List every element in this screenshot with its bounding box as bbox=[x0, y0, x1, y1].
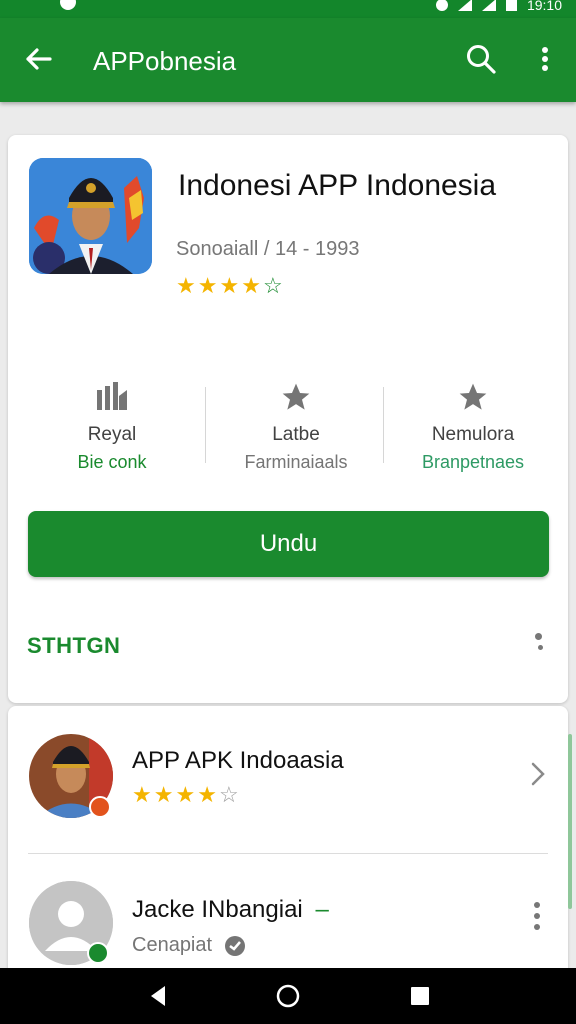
stat-label: Latbe bbox=[272, 424, 320, 445]
section-label[interactable]: STHTGN bbox=[27, 633, 120, 659]
divider bbox=[383, 387, 384, 463]
star-full-icon: ★ bbox=[153, 782, 174, 807]
system-nav-bar bbox=[0, 968, 576, 1024]
star-icon bbox=[459, 383, 487, 410]
stat-sub: Bie conk bbox=[77, 452, 147, 472]
signal-icon bbox=[481, 0, 496, 11]
stat-category[interactable]: Latbe Farminaiaals bbox=[208, 380, 384, 473]
star-full-icon: ★ bbox=[197, 273, 218, 298]
back-nav-icon[interactable] bbox=[145, 983, 171, 1009]
star-full-icon: ★ bbox=[176, 273, 196, 298]
install-button[interactable]: Undu bbox=[28, 511, 549, 577]
list-item-rating: ★ ★ ★ ★ ☆ bbox=[132, 784, 239, 806]
stat-sub: Branpetnaes bbox=[421, 452, 525, 472]
star-full-icon: ★ bbox=[132, 782, 152, 807]
stat-similar[interactable]: Nemulora Branpetnaes bbox=[385, 380, 561, 473]
chevron-right-icon[interactable] bbox=[528, 761, 548, 787]
more-vert-icon[interactable] bbox=[530, 42, 560, 76]
stat-label: Nemulora bbox=[431, 424, 515, 445]
stat-reviews[interactable]: Reyal Bie conk bbox=[24, 380, 200, 473]
app-detail-card: Indonesi APP Indonesia Sonoaiall / 14 - … bbox=[8, 135, 568, 703]
bar-chart-icon bbox=[97, 382, 127, 410]
battery-icon bbox=[505, 0, 517, 11]
back-arrow-icon[interactable] bbox=[22, 42, 56, 76]
divider bbox=[205, 387, 206, 463]
stat-label: Reyal bbox=[87, 424, 137, 445]
app-icon[interactable] bbox=[29, 158, 152, 274]
badge-icon bbox=[89, 796, 111, 818]
status-time: 19:10 bbox=[526, 0, 562, 13]
scrollbar[interactable] bbox=[568, 734, 572, 909]
status-bar: 19:10 bbox=[0, 0, 576, 18]
app-rating: ★ ★ ★ ★ ☆ bbox=[176, 275, 283, 297]
search-icon[interactable] bbox=[464, 42, 498, 76]
stat-sub: Farminaiaals bbox=[244, 452, 348, 472]
star-full-icon: ★ bbox=[219, 273, 240, 298]
list-item[interactable]: APP APK Indoaasia ★ ★ ★ ★ ☆ bbox=[8, 706, 568, 853]
wifi-icon bbox=[457, 0, 472, 11]
app-bar: APPobnesia bbox=[0, 18, 576, 102]
list-item-title: Jacke INbangiai – bbox=[132, 896, 329, 923]
verified-icon bbox=[224, 935, 245, 956]
alarm-icon bbox=[435, 0, 448, 11]
badge-icon bbox=[87, 942, 109, 964]
star-empty-icon: ☆ bbox=[218, 782, 239, 807]
star-full-icon: ★ bbox=[197, 782, 217, 807]
app-meta: Sonoaiall / 14 - 1993 bbox=[176, 238, 360, 260]
notification-icon bbox=[60, 0, 76, 10]
list-item-subtitle: Cenapiat bbox=[132, 934, 246, 957]
star-full-icon: ★ bbox=[241, 273, 261, 298]
app-name: Indonesi APP Indonesia bbox=[178, 169, 497, 202]
star-full-icon: ★ bbox=[175, 782, 196, 807]
star-empty-icon: ☆ bbox=[262, 273, 283, 298]
star-icon bbox=[282, 383, 310, 410]
list-card: APP APK Indoaasia ★ ★ ★ ★ ☆ Jacke INbang… bbox=[8, 706, 572, 996]
more-vert-icon[interactable] bbox=[532, 902, 542, 930]
recents-nav-icon[interactable] bbox=[407, 983, 433, 1009]
home-nav-icon[interactable] bbox=[275, 983, 301, 1009]
list-item-title: APP APK Indoaasia bbox=[132, 747, 344, 774]
more-vert-icon[interactable] bbox=[533, 633, 543, 650]
app-icon-image bbox=[29, 158, 152, 274]
app-bar-title: APPobnesia bbox=[93, 46, 237, 76]
